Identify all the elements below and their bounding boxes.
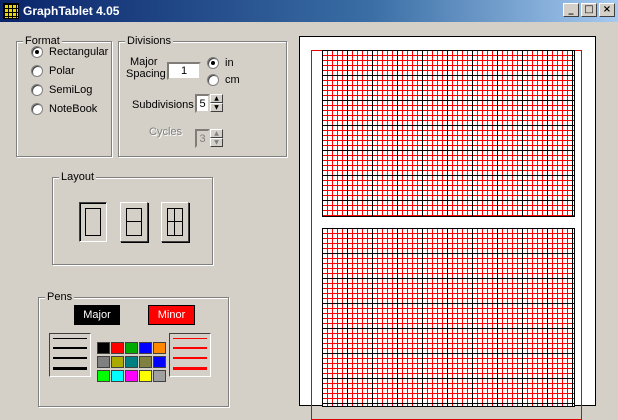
color-swatch[interactable]	[125, 356, 138, 368]
format-option-polar[interactable]: Polar	[31, 65, 75, 77]
layout-four-grid-button[interactable]	[161, 202, 189, 242]
format-option-notebook[interactable]: NoteBook	[31, 103, 97, 115]
maximize-button[interactable]: □	[581, 3, 597, 17]
line-width-option[interactable]	[53, 338, 87, 339]
unit-option-label: cm	[225, 74, 240, 86]
radio-button[interactable]	[31, 65, 43, 77]
line-width-option[interactable]	[53, 367, 87, 370]
close-button[interactable]: ×	[599, 3, 615, 17]
major-spacing-label-line1: Major	[130, 56, 158, 68]
cycles-spinner: ▲ ▼	[210, 129, 223, 147]
graph-grid-bottom	[322, 228, 575, 407]
two-stacked-icon	[126, 208, 142, 236]
layout-two-stacked-button[interactable]	[120, 202, 148, 242]
color-swatch[interactable]	[125, 342, 138, 354]
subdivisions-input[interactable]: 5	[195, 94, 210, 113]
color-swatch[interactable]	[111, 342, 124, 354]
color-swatch[interactable]	[97, 370, 110, 382]
window-title: GraphTablet 4.05	[23, 4, 120, 18]
color-swatch[interactable]	[97, 356, 110, 368]
minor-pen-button[interactable]: Minor	[148, 305, 195, 325]
cycles-input: 3	[195, 129, 210, 148]
unit-option-cm[interactable]: cm	[207, 74, 240, 86]
pens-group: Pens Major Minor	[38, 291, 229, 407]
unit-option-label: in	[225, 57, 234, 69]
divisions-group: Divisions Major Spacing 1 in cm Subdivis…	[118, 35, 287, 157]
format-option-label: Polar	[49, 65, 75, 77]
radio-button[interactable]	[31, 103, 43, 115]
layout-group: Layout	[52, 171, 213, 265]
color-swatch[interactable]	[139, 356, 152, 368]
format-option-label: NoteBook	[49, 103, 98, 115]
title-bar: GraphTablet 4.05 _ □ ×	[0, 0, 618, 22]
major-pen-button[interactable]: Major	[74, 305, 120, 325]
color-swatch[interactable]	[111, 370, 124, 382]
spin-down-icon[interactable]: ▼	[210, 103, 223, 112]
divisions-group-label: Divisions	[125, 35, 174, 47]
minor-line-width-selector[interactable]	[169, 333, 211, 377]
line-width-option[interactable]	[173, 367, 207, 370]
color-swatch[interactable]	[139, 342, 152, 354]
color-swatch[interactable]	[139, 370, 152, 382]
line-width-option[interactable]	[53, 357, 87, 359]
radio-button[interactable]	[207, 57, 219, 69]
radio-button[interactable]	[31, 84, 43, 96]
format-group: Format Rectangular Polar SemiLog NoteBoo…	[16, 35, 112, 157]
app-grid-icon	[3, 3, 19, 19]
minimize-button[interactable]: _	[563, 3, 579, 17]
line-width-option[interactable]	[173, 357, 207, 359]
color-swatch[interactable]	[153, 356, 166, 368]
spin-up-icon: ▲	[210, 129, 223, 138]
graph-grid-top	[322, 50, 575, 217]
layout-group-label: Layout	[59, 171, 97, 183]
unit-option-in[interactable]: in	[207, 57, 234, 69]
cycles-label: Cycles	[149, 126, 183, 138]
subdivisions-spinner[interactable]: ▲ ▼	[210, 94, 223, 112]
color-swatch[interactable]	[153, 370, 166, 382]
pens-group-label: Pens	[45, 291, 75, 303]
line-width-option[interactable]	[53, 347, 87, 349]
color-swatch[interactable]	[97, 342, 110, 354]
spin-down-icon: ▼	[210, 138, 223, 147]
radio-button[interactable]	[31, 46, 43, 58]
color-swatch[interactable]	[111, 356, 124, 368]
major-line-width-selector[interactable]	[49, 333, 91, 377]
window-controls: _ □ ×	[561, 3, 615, 17]
format-option-label: SemiLog	[49, 84, 93, 96]
format-option-label: Rectangular	[49, 46, 109, 58]
line-width-option[interactable]	[173, 347, 207, 349]
single-page-icon	[85, 208, 101, 236]
line-width-option[interactable]	[173, 338, 207, 339]
radio-button[interactable]	[207, 74, 219, 86]
layout-single-button[interactable]	[79, 202, 107, 242]
color-swatch[interactable]	[125, 370, 138, 382]
spin-up-icon[interactable]: ▲	[210, 94, 223, 103]
graph-preview	[299, 36, 596, 420]
subdivisions-label: Subdivisions	[132, 99, 194, 111]
format-option-rectangular[interactable]: Rectangular	[31, 46, 108, 58]
format-option-semilog[interactable]: SemiLog	[31, 84, 92, 96]
color-swatch[interactable]	[153, 342, 166, 354]
major-spacing-input[interactable]: 1	[167, 62, 201, 80]
major-spacing-label-line2: Spacing	[126, 68, 166, 80]
four-grid-icon	[167, 208, 183, 236]
